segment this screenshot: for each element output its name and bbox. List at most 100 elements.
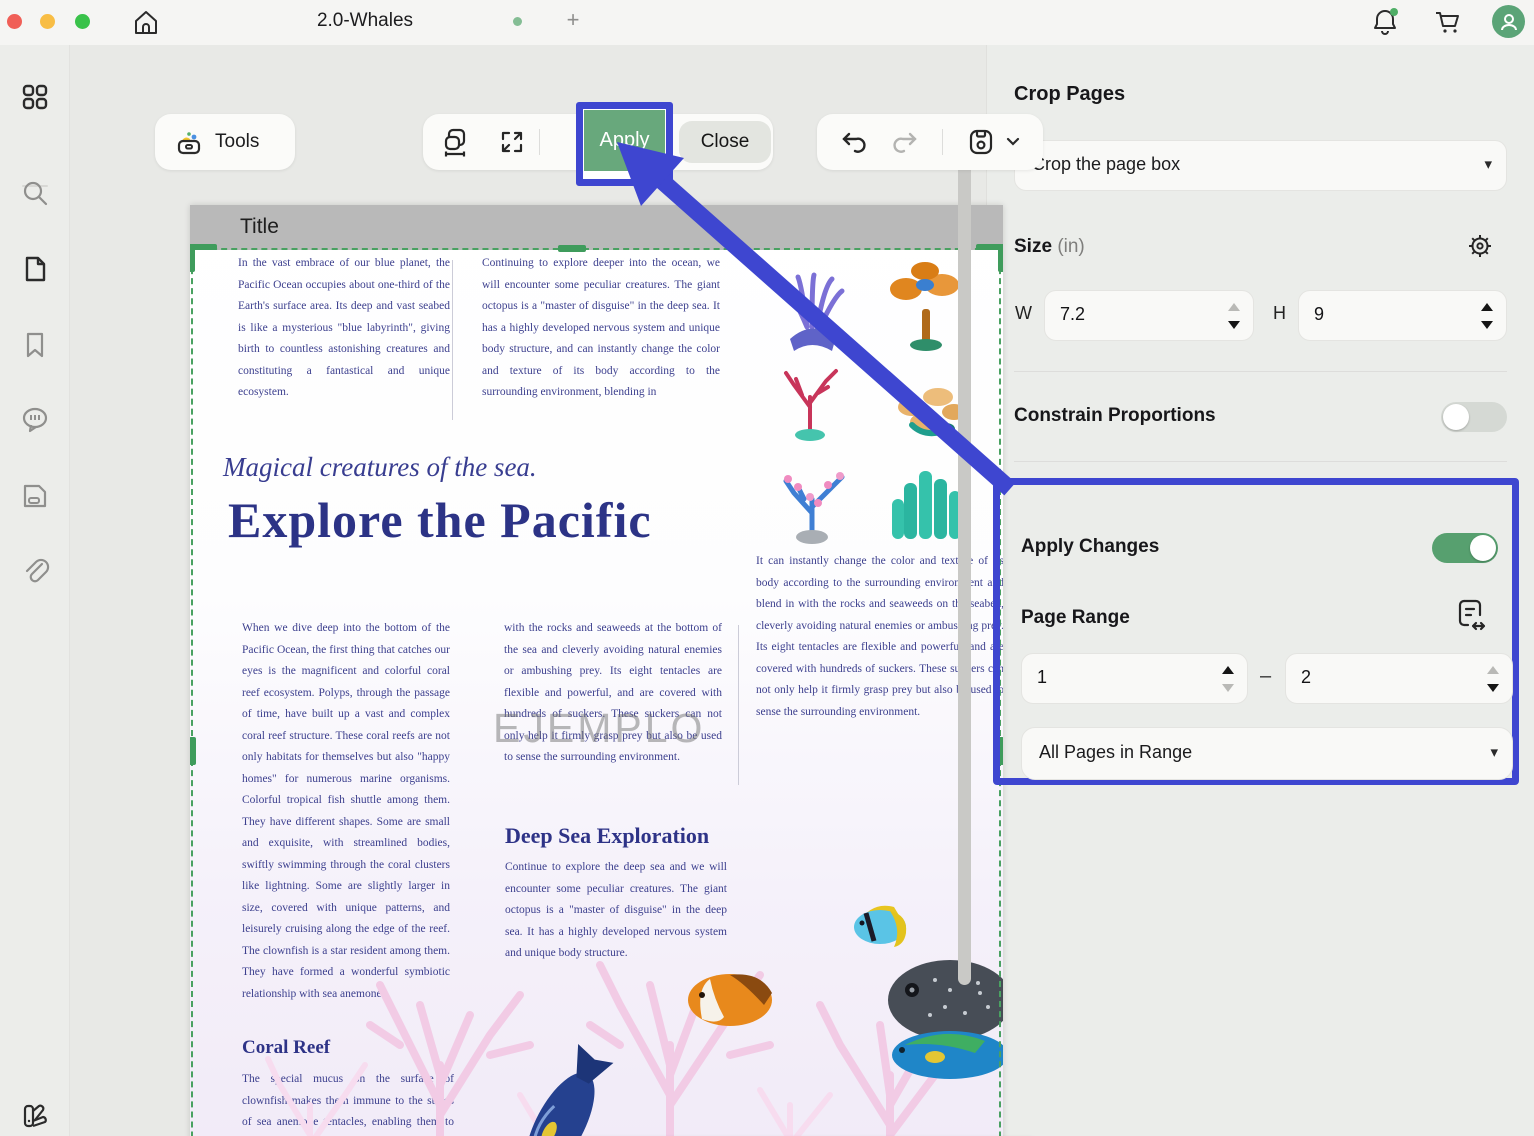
stepper-up-icon[interactable]: [1222, 666, 1234, 674]
sidebar-item-bookmarks[interactable]: [14, 324, 56, 366]
swatches-icon: [23, 1104, 47, 1128]
size-label-text: Size: [1014, 236, 1053, 257]
close-button[interactable]: Close: [679, 121, 771, 163]
range-from-stepper[interactable]: [1222, 663, 1236, 695]
range-to-field[interactable]: 2: [1285, 653, 1513, 704]
zoom-window-button[interactable]: [75, 14, 90, 29]
range-dash: –: [1260, 665, 1272, 687]
range-to-value[interactable]: 2: [1301, 667, 1311, 688]
page-range-label: Page Range: [1021, 607, 1130, 628]
stepper-down-icon[interactable]: [1481, 321, 1493, 329]
account-avatar[interactable]: [1492, 5, 1525, 38]
sidebar-item-attachments[interactable]: [14, 550, 56, 592]
width-value[interactable]: 7.2: [1060, 304, 1085, 325]
tools-button[interactable]: Tools: [155, 114, 295, 170]
vertical-scrollbar[interactable]: [958, 150, 971, 985]
toggle-knob: [1470, 535, 1496, 561]
save-icon: [969, 129, 993, 155]
person-icon: [1500, 13, 1517, 30]
sidebar-item-search[interactable]: [14, 172, 56, 214]
stepper-up-icon[interactable]: [1228, 303, 1240, 311]
page-range-picker-button[interactable]: [1456, 597, 1488, 633]
new-tab-button[interactable]: +: [560, 7, 586, 33]
caret-down-icon: ▾: [1484, 156, 1492, 173]
crop-handle-left[interactable]: [190, 737, 196, 765]
expand-button[interactable]: [485, 114, 539, 170]
panel-divider: [1014, 461, 1507, 462]
minimize-window-button[interactable]: [40, 14, 55, 29]
bookmark-icon: [26, 332, 44, 358]
crop-handle-top-right[interactable]: [998, 244, 1003, 272]
crop-handle-top-left[interactable]: [190, 244, 195, 272]
gear-icon: [1469, 235, 1491, 257]
tools-label: Tools: [215, 131, 260, 152]
height-label: H: [1273, 303, 1286, 323]
annotation-highlight-panel: Apply Changes Page Range 1 – 2 All Pages…: [993, 478, 1519, 785]
redo-button[interactable]: [891, 128, 919, 156]
toolbar-divider: [942, 129, 943, 155]
page-icon: [25, 256, 46, 282]
crop-pages-icon: [444, 128, 466, 157]
sidebar-item-page-thumbnails[interactable]: [14, 248, 56, 290]
constrain-proportions-label: Constrain Proportions: [1014, 405, 1216, 426]
panel-title: Crop Pages: [1014, 83, 1126, 105]
grid-icon: [22, 84, 48, 110]
pdf-page[interactable]: Title In the vast embrace of our blue pl…: [190, 205, 1003, 1136]
sidebar-item-annotations[interactable]: [14, 475, 56, 517]
history-toolbar: [817, 114, 1043, 170]
document-viewport: Title In the vast embrace of our blue pl…: [70, 45, 1043, 1136]
paperclip-icon: [25, 558, 50, 583]
watermark-text: EJEMPLO: [493, 705, 706, 751]
left-sidebar: [0, 45, 70, 1136]
crop-size-button[interactable]: [431, 114, 485, 170]
toggle-knob: [1443, 404, 1469, 430]
height-value[interactable]: 9: [1314, 304, 1324, 325]
crop-handle-top[interactable]: [558, 245, 586, 252]
window-titlebar: 2.0-Whales +: [0, 0, 1534, 45]
stepper-up-icon[interactable]: [1481, 303, 1493, 311]
pages-subset-value: All Pages in Range: [1039, 742, 1193, 762]
search-icon: [23, 181, 48, 206]
range-to-stepper[interactable]: [1487, 663, 1501, 695]
chevron-down-icon[interactable]: [1006, 137, 1020, 147]
home-button[interactable]: [130, 7, 162, 39]
width-stepper[interactable]: [1228, 300, 1242, 332]
sidebar-item-comments[interactable]: [14, 399, 56, 441]
stepper-down-icon[interactable]: [1487, 684, 1499, 692]
apply-changes-label: Apply Changes: [1021, 536, 1160, 557]
toolbox-icon: [177, 132, 201, 155]
crop-box-dropdown[interactable]: Crop the page box ▾: [1014, 140, 1507, 191]
pages-subset-dropdown[interactable]: All Pages in Range ▾: [1021, 727, 1513, 780]
page-title-block: Title: [190, 205, 1003, 250]
height-stepper[interactable]: [1481, 300, 1495, 332]
cart-icon: [1436, 12, 1459, 33]
size-settings-button[interactable]: [1465, 231, 1497, 263]
crop-marquee[interactable]: [191, 248, 1001, 1136]
height-field[interactable]: 9: [1298, 290, 1507, 341]
sidebar-item-swatches[interactable]: [14, 1094, 56, 1136]
page-title-text: Title: [240, 215, 279, 238]
tab-modified-dot: [513, 17, 522, 26]
notification-badge: [1390, 8, 1398, 16]
home-icon: [135, 11, 157, 34]
constrain-proportions-toggle[interactable]: [1441, 402, 1507, 432]
stepper-up-icon[interactable]: [1487, 666, 1499, 674]
range-from-value[interactable]: 1: [1037, 667, 1047, 688]
size-label: Size (in): [1014, 236, 1085, 258]
sidebar-item-apps[interactable]: [14, 76, 56, 118]
apply-changes-toggle[interactable]: [1432, 533, 1498, 563]
stepper-down-icon[interactable]: [1228, 321, 1240, 329]
stepper-down-icon[interactable]: [1222, 684, 1234, 692]
undo-button[interactable]: [840, 128, 868, 156]
store-button[interactable]: [1432, 7, 1462, 37]
close-window-button[interactable]: [7, 14, 22, 29]
range-from-field[interactable]: 1: [1021, 653, 1248, 704]
width-label: W: [1015, 303, 1032, 323]
notifications-button[interactable]: [1370, 7, 1400, 37]
apply-button[interactable]: Apply: [584, 110, 665, 171]
expand-icon: [501, 131, 523, 153]
tab-title[interactable]: 2.0-Whales: [280, 10, 450, 32]
save-button[interactable]: [966, 127, 1020, 157]
width-field[interactable]: 7.2: [1044, 290, 1254, 341]
crop-box-dropdown-value: Crop the page box: [1032, 154, 1181, 174]
